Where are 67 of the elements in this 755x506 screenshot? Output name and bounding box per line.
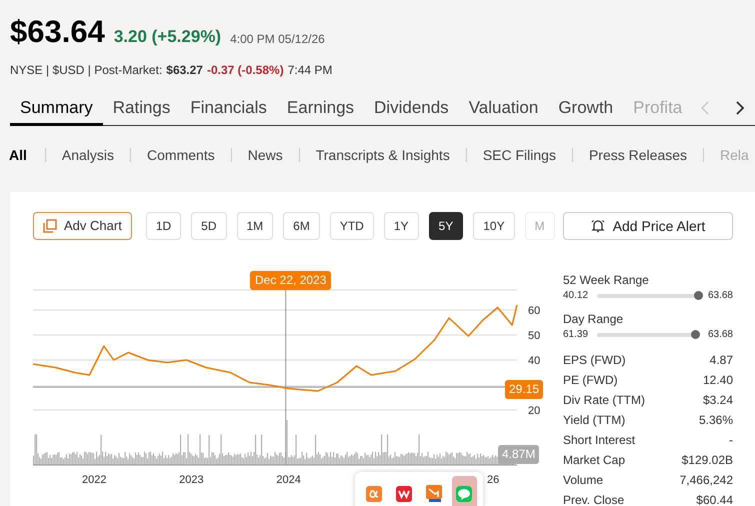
crosshair-value-label: 29.15 <box>505 380 544 399</box>
stat-value: 12.40 <box>702 372 733 389</box>
stat-value: 7,466,242 <box>680 472 733 489</box>
section-tab[interactable]: Financials <box>180 92 277 126</box>
section-tab[interactable]: Ratings <box>102 92 180 126</box>
stat-label: Short Interest <box>563 432 636 449</box>
section-tab[interactable]: Valuation <box>458 92 548 126</box>
next-icon[interactable] <box>735 100 745 116</box>
range-button[interactable]: 6M <box>283 212 320 240</box>
post-market-time: 7:44 PM <box>288 62 332 78</box>
filter-tab[interactable]: Comments <box>130 148 231 162</box>
filter-tab[interactable]: All <box>9 148 45 162</box>
range-button[interactable]: 1M <box>236 212 274 240</box>
stat-label: PE (FWD) <box>563 372 618 389</box>
range-button[interactable]: 10Y <box>473 212 515 240</box>
range-button[interactable]: YTD <box>330 212 374 240</box>
stat-label: EPS (FWD) <box>563 352 626 369</box>
x-axis-label: 2023 <box>179 474 204 486</box>
y-axis-label: 60 <box>528 305 540 317</box>
stat-label: Market Cap <box>563 452 626 469</box>
volume-value-label: 4.87M <box>498 445 540 464</box>
section-tab[interactable]: Growth <box>548 92 624 126</box>
stat-label: Div Rate (TTM) <box>563 392 645 409</box>
y-axis-label: 40 <box>528 355 540 367</box>
range-button[interactable]: 5D <box>191 212 226 240</box>
range-high-value: 63.68 <box>708 289 733 303</box>
range-low-value: 40.12 <box>563 289 590 303</box>
stat-label: Yield (TTM) <box>563 412 626 429</box>
stat-label: Prev. Close <box>563 492 624 506</box>
exchange-info: NYSE | $USD | Post-Market: <box>10 62 162 78</box>
y-axis-label: 50 <box>528 330 540 342</box>
stat-value: $60.44 <box>696 492 733 506</box>
x-axis-label: 2024 <box>276 474 301 486</box>
x-axis-label: 26 <box>487 473 500 488</box>
filter-tab[interactable]: News <box>230 148 299 162</box>
section-tab[interactable]: Summary <box>10 92 103 126</box>
adv-chart-button[interactable]: Adv Chart <box>33 212 132 240</box>
range-button[interactable]: 5Y <box>428 212 464 240</box>
range-low-value: 61.39 <box>563 328 590 342</box>
filter-tab[interactable]: Press Releases <box>572 148 704 162</box>
y-axis-label: 20 <box>528 405 540 417</box>
post-market-change: -0.37 (-0.58%) <box>206 62 284 78</box>
post-market-price: $63.27 <box>166 62 203 78</box>
add-price-alert-button[interactable]: Add Price Alert <box>563 212 733 240</box>
section-tab[interactable]: Earnings <box>276 92 364 126</box>
filter-tab[interactable]: Analysis <box>44 148 130 162</box>
stat-value: $129.02B <box>682 452 733 469</box>
range-high-value: 63.68 <box>708 328 733 342</box>
price-change: 3.20 (+5.29%) <box>114 26 222 48</box>
stat-value: - <box>729 432 733 449</box>
stat-value: 5.36% <box>698 412 733 429</box>
x-axis-label: 2022 <box>82 474 106 486</box>
quote-time: 4:00 PM 05/12/26 <box>230 31 325 48</box>
range-button[interactable]: 1Y <box>384 212 419 240</box>
range-button[interactable]: 1D <box>146 212 182 240</box>
crosshair-date-label: Dec 22, 2023 <box>250 271 332 290</box>
stat-value: 4.87 <box>710 352 733 369</box>
stat-value: $3.24 <box>702 392 733 409</box>
range-title: Day Range <box>563 311 624 327</box>
bell-icon <box>590 219 605 233</box>
chart-windows-icon <box>43 219 57 233</box>
stock-price: $63.64 <box>10 14 105 50</box>
filter-tab[interactable]: Transcripts & Insights <box>298 148 466 162</box>
filter-tab[interactable]: SEC Filings <box>466 148 572 162</box>
range-title: 52 Week Range <box>563 272 650 288</box>
stat-label: Volume <box>563 472 604 489</box>
section-tab[interactable]: Dividends <box>364 92 459 126</box>
